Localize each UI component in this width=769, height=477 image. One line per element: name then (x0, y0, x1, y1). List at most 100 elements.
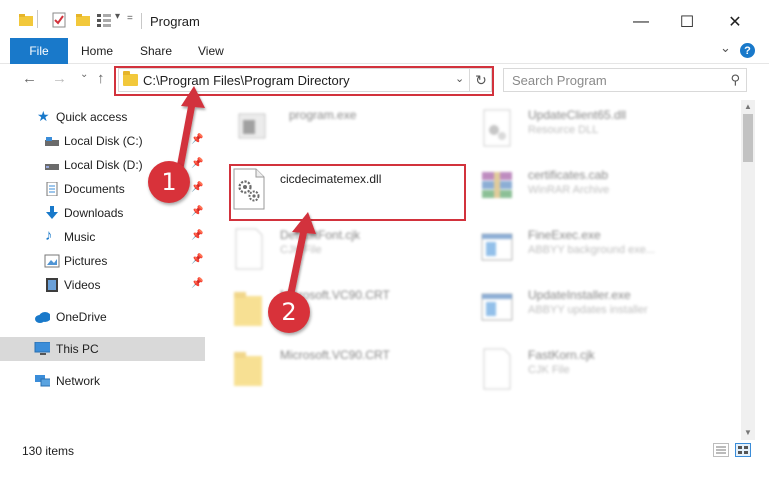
back-button[interactable]: ← (22, 70, 37, 87)
folder-icon (234, 352, 262, 386)
blank-file-icon (235, 228, 263, 270)
sidebar-item-music[interactable]: ♪ Music 📌 (0, 225, 205, 249)
file-description: Resource DLL (528, 124, 599, 136)
file-name: FineExec.exe (528, 228, 601, 242)
music-note-icon: ♪ (45, 227, 53, 244)
file-description: CJK File (280, 244, 322, 256)
file-description: WinRAR Archive (528, 184, 610, 196)
cloud-icon (35, 312, 50, 323)
videos-icon (46, 278, 58, 292)
sidebar-item-local-disk-c[interactable]: Local Disk (C:) 📌 (0, 129, 205, 153)
step-1-badge: 1 (148, 161, 190, 203)
window-icon (481, 233, 513, 261)
maximize-button[interactable]: ☐ (664, 4, 710, 40)
search-icon[interactable]: ⚲ (730, 72, 740, 88)
file-name: DefaultFont.cjk (280, 228, 361, 242)
sidebar-item-videos[interactable]: Videos 📌 (0, 273, 205, 297)
pin-icon[interactable]: 📌 (191, 278, 203, 289)
folder-icon[interactable] (18, 12, 34, 28)
file-item[interactable]: Microsoft.VC90.CRT (232, 288, 462, 344)
sidebar-item-label: Videos (64, 278, 101, 292)
tab-share[interactable]: Share (140, 44, 172, 58)
status-bar: 130 items (0, 440, 769, 477)
tab-home[interactable]: Home (81, 44, 113, 58)
sidebar-item-label: Local Disk (C:) (64, 134, 143, 148)
sidebar-item-quick-access[interactable]: ★ Quick access (0, 105, 205, 129)
sidebar-item-label: Network (56, 374, 101, 388)
up-button[interactable]: ↑ (97, 70, 105, 87)
search-box[interactable]: Search Program ⚲ (503, 68, 747, 92)
pin-icon[interactable]: 📌 (191, 230, 203, 241)
documents-icon (46, 182, 58, 196)
title-bar: ▾ = Program — ☐ ✕ (0, 0, 769, 40)
rar-icon (482, 172, 512, 198)
qa-dropdown-icon[interactable]: ▾ (115, 11, 120, 22)
exe-icon (238, 113, 266, 139)
vertical-scrollbar[interactable]: ▲ ▼ (741, 100, 755, 440)
file-item[interactable]: FastKorn.cjk CJK File (480, 348, 730, 404)
new-folder-icon[interactable] (75, 12, 91, 28)
sidebar-item-label: Local Disk (D:) (64, 158, 143, 172)
help-icon[interactable]: ? (740, 43, 755, 58)
network-icon (35, 375, 50, 387)
customize-icon[interactable] (96, 12, 112, 28)
file-name: certificates.cab (528, 168, 609, 182)
file-item[interactable]: Microsoft.VC90.CRT (232, 348, 462, 404)
address-highlight (114, 66, 494, 96)
tab-view[interactable]: View (198, 44, 224, 58)
file-item[interactable]: FineExec.exe ABBYY background exe... (480, 228, 730, 284)
file-list: program.exe UpdateClient65.dll Resource … (210, 100, 740, 440)
download-arrow-icon (46, 206, 58, 219)
ribbon-collapse-icon[interactable]: ⌄ (720, 40, 731, 56)
file-name: Microsoft.VC90.CRT (280, 348, 390, 362)
file-highlight (229, 164, 466, 221)
step-2-badge: 2 (268, 291, 310, 333)
minimize-button[interactable]: — (618, 4, 664, 40)
file-item[interactable]: UpdateClient65.dll Resource DLL (480, 108, 730, 164)
sidebar-item-label: Quick access (56, 110, 128, 124)
qa-more-icon[interactable]: = (127, 13, 133, 24)
tiles-view-icon[interactable] (735, 443, 751, 457)
properties-icon[interactable] (51, 12, 67, 28)
item-count: 130 items (22, 444, 75, 458)
sidebar-item-label: OneDrive (56, 310, 107, 324)
search-input[interactable]: Search Program (512, 73, 607, 88)
sidebar-item-downloads[interactable]: Downloads 📌 (0, 201, 205, 225)
pin-icon[interactable]: 📌 (191, 158, 203, 169)
file-name: FastKorn.cjk (528, 348, 595, 362)
navigation-pane: ★ Quick access Local Disk (C:) 📌 Local D… (0, 100, 205, 440)
sidebar-item-network[interactable]: Network (0, 369, 205, 393)
qa-divider (37, 10, 38, 28)
details-view-icon[interactable] (713, 443, 729, 457)
folder-icon (234, 292, 262, 326)
pictures-icon (44, 254, 60, 268)
scroll-thumb[interactable] (743, 114, 753, 162)
window-icon (481, 293, 513, 321)
pin-icon[interactable]: 📌 (191, 206, 203, 217)
close-button[interactable]: ✕ (712, 4, 758, 40)
file-name: UpdateInstaller.exe (528, 288, 631, 302)
sidebar-item-onedrive[interactable]: OneDrive (0, 305, 205, 329)
sidebar-item-this-pc[interactable]: This PC (0, 337, 205, 361)
forward-button[interactable]: → (52, 70, 67, 87)
pin-icon[interactable]: 📌 (191, 134, 203, 145)
file-description: ABBYY background exe... (528, 244, 655, 256)
pin-icon[interactable]: 📌 (191, 182, 203, 193)
tab-file[interactable]: File (10, 38, 68, 64)
file-item[interactable]: DefaultFont.cjk CJK File (232, 228, 462, 284)
recent-locations-icon[interactable]: ⌄ (80, 69, 88, 80)
sidebar-item-label: Pictures (64, 254, 108, 268)
title-divider (141, 13, 142, 29)
file-item[interactable]: certificates.cab WinRAR Archive (480, 168, 730, 224)
sidebar-item-label: Downloads (64, 206, 124, 220)
file-item[interactable]: program.exe (235, 108, 465, 164)
sidebar-item-label: Music (64, 230, 96, 244)
navigation-bar: ← → ⌄ ↑ C:\Program Files\Program Directo… (0, 64, 769, 98)
scroll-down-icon[interactable]: ▼ (741, 426, 755, 440)
scroll-up-icon[interactable]: ▲ (741, 100, 755, 114)
drive-icon (45, 164, 59, 170)
sidebar-item-label: Documents (64, 182, 125, 196)
sidebar-item-pictures[interactable]: Pictures 📌 (0, 249, 205, 273)
file-item[interactable]: UpdateInstaller.exe ABBYY updates instal… (480, 288, 730, 344)
pin-icon[interactable]: 📌 (191, 254, 203, 265)
